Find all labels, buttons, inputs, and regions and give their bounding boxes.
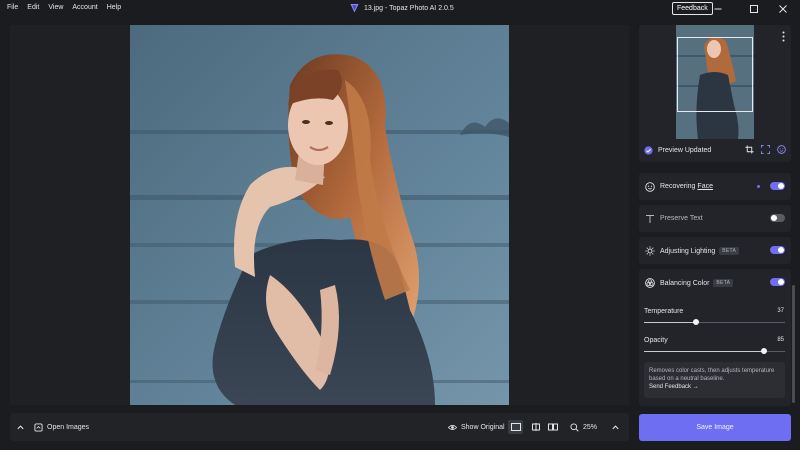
adjust-lighting-row[interactable]: Adjusting Lighting BETA (639, 237, 791, 264)
side-by-side-view-button[interactable] (545, 420, 560, 434)
adjust-lighting-text: Adjusting Lighting (660, 247, 716, 255)
preserve-text-label: Preserve Text (660, 215, 703, 222)
show-original-button[interactable]: Show Original (448, 413, 505, 441)
menu-view[interactable]: View (48, 4, 63, 11)
zoom-level: 25% (583, 423, 598, 431)
recover-face-label-prefix: Recovering (660, 183, 696, 190)
window-title-text: 13.jpg - Topaz Photo AI 2.0.5 (364, 4, 454, 12)
send-feedback-link[interactable]: Send Feedback → (649, 384, 699, 390)
balance-color-card: Balancing Color BETA Temperature 37 Opac… (639, 269, 791, 406)
photo-image (130, 25, 509, 405)
recover-face-link[interactable]: Face (697, 183, 713, 190)
temperature-label: Temperature (644, 308, 684, 315)
face-select-icon[interactable] (777, 145, 786, 154)
recover-face-row[interactable]: Recovering Face (639, 173, 791, 200)
menu-help[interactable]: Help (107, 4, 121, 11)
navigator-viewport-frame[interactable] (677, 37, 753, 112)
opacity-slider-handle[interactable] (760, 348, 767, 354)
temperature-slider[interactable] (644, 322, 785, 323)
menu-file[interactable]: File (7, 4, 18, 11)
close-icon (779, 4, 787, 13)
preserve-text-toggle[interactable] (770, 214, 785, 222)
adjust-lighting-toggle[interactable] (770, 246, 785, 254)
preview-status-label: Preview Updated (658, 147, 712, 154)
split-view-icon (531, 423, 540, 431)
beta-badge: BETA (713, 279, 734, 287)
balance-color-description: Removes color casts, then adjusts temper… (649, 368, 775, 382)
window-title: 13.jpg - Topaz Photo AI 2.0.5 (350, 3, 454, 13)
recover-face-toggle[interactable] (770, 182, 785, 190)
modified-indicator (757, 185, 760, 188)
topaz-logo-icon (350, 3, 359, 13)
beta-badge: BETA (719, 247, 740, 255)
single-view-icon (510, 423, 521, 431)
collapse-filmstrip-button[interactable] (16, 413, 25, 441)
minimize-icon (714, 8, 722, 9)
temperature-value: 37 (777, 308, 784, 314)
title-bar: File Edit View Account Help 13.jpg - Top… (0, 0, 800, 17)
show-original-label: Show Original (461, 423, 505, 431)
adjust-lighting-label: Adjusting Lighting BETA (660, 247, 740, 255)
side-by-side-icon (547, 423, 558, 431)
maximize-button[interactable] (747, 2, 761, 15)
preserve-text-row[interactable]: Preserve Text (639, 205, 791, 232)
save-image-button[interactable]: Save Image (639, 414, 791, 441)
opacity-slider-fill (644, 351, 764, 352)
face-icon (645, 182, 655, 192)
zoom-control[interactable]: 25% (570, 413, 597, 441)
zoom-icon (570, 422, 579, 432)
single-view-button[interactable] (508, 420, 523, 434)
minimize-button[interactable] (711, 2, 725, 15)
panel-scrollbar[interactable] (792, 285, 795, 403)
balance-color-toggle[interactable] (770, 278, 785, 286)
open-images-label: Open Images (47, 423, 90, 431)
balance-color-text: Balancing Color (660, 279, 710, 287)
split-view-button[interactable] (528, 420, 543, 434)
crop-icon[interactable] (745, 145, 754, 154)
right-panel: Preview Updated Recovering Face Preserve … (639, 25, 791, 406)
menu-bar: File Edit View Account Help (7, 4, 121, 11)
recover-face-label: Recovering Face (660, 183, 713, 190)
color-balance-icon (645, 278, 655, 288)
navigator-card: Preview Updated (639, 25, 791, 162)
feedback-button[interactable]: Feedback (672, 2, 713, 15)
temperature-slider-handle[interactable] (693, 319, 700, 325)
maximize-icon (750, 4, 758, 13)
chevron-up-icon (17, 424, 24, 429)
opacity-label: Opacity (644, 337, 668, 344)
fit-screen-icon[interactable] (761, 145, 770, 154)
eye-icon (448, 424, 457, 430)
text-icon (646, 215, 654, 223)
preview-photo[interactable] (130, 25, 509, 405)
sun-icon (645, 246, 655, 256)
bottom-toolbar: Open Images Show Original 25% (10, 413, 629, 441)
menu-edit[interactable]: Edit (27, 4, 39, 11)
balance-color-label: Balancing Color BETA (660, 279, 734, 287)
check-circle-icon (644, 146, 653, 155)
open-image-icon (34, 422, 43, 432)
more-options-icon[interactable] (782, 31, 785, 42)
chevron-up-icon (612, 424, 619, 429)
opacity-value: 85 (777, 337, 784, 343)
close-button[interactable] (776, 2, 790, 15)
preview-tools (745, 145, 786, 154)
menu-account[interactable]: Account (72, 4, 97, 11)
temperature-slider-fill (644, 322, 697, 323)
balance-color-info: Removes color casts, then adjusts temper… (644, 362, 785, 398)
zoom-options-button[interactable] (611, 413, 620, 441)
open-images-button[interactable]: Open Images (34, 413, 89, 441)
preview-status: Preview Updated (644, 146, 711, 155)
